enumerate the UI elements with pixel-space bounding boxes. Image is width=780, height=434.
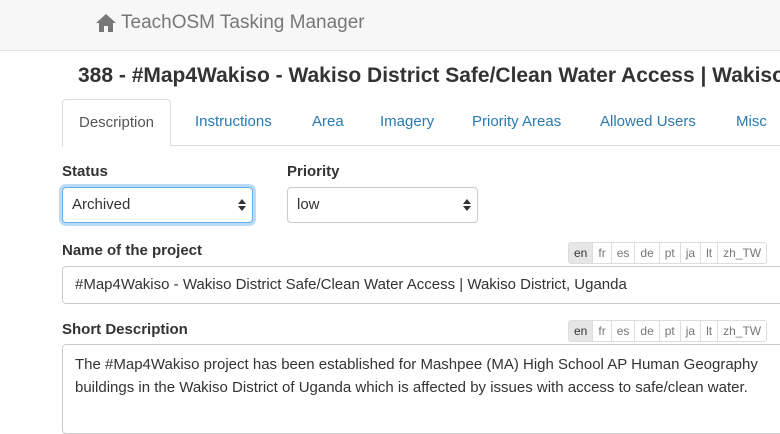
lang-de[interactable]: de [635,243,660,263]
navbar: TeachOSM Tasking Manager [0,0,780,51]
brand-title: TeachOSM Tasking Manager [121,12,365,33]
lang-fr[interactable]: fr [593,321,612,341]
tab-imagery[interactable]: Imagery [380,99,434,144]
lang-zh-tw[interactable]: zh_TW [718,321,767,341]
lang-es[interactable]: es [611,243,636,263]
lang-en[interactable]: en [569,243,594,263]
tab-area[interactable]: Area [312,99,344,144]
name-language-selector: en fr es de pt ja lt zh_TW [568,242,768,264]
status-label: Status [62,163,108,180]
lang-en[interactable]: en [569,321,594,341]
project-title: 388 - #Map4Wakiso - Wakiso District Safe… [78,64,780,87]
home-icon [95,13,117,33]
tab-description[interactable]: Description [62,99,172,147]
short-description-label: Short Description [62,321,188,338]
select-caret-icon [238,199,246,211]
description-line: buildings in the Wakiso District of Ugan… [75,379,748,396]
priority-select[interactable]: low [287,187,478,223]
description-line: The #Map4Wakiso project has been establi… [75,356,758,373]
lang-pt[interactable]: pt [659,243,681,263]
description-language-selector: en fr es de pt ja lt zh_TW [568,320,768,342]
lang-fr[interactable]: fr [593,243,612,263]
tab-priority-areas[interactable]: Priority Areas [472,99,561,144]
project-name-value: #Map4Wakiso - Wakiso District Safe/Clean… [75,276,627,293]
priority-label: Priority [287,163,340,180]
status-value: Archived [72,196,131,213]
tab-allowed-users[interactable]: Allowed Users [600,99,696,144]
lang-lt[interactable]: lt [701,321,719,341]
lang-zh-tw[interactable]: zh_TW [718,243,767,263]
lang-lt[interactable]: lt [701,243,719,263]
lang-ja[interactable]: ja [680,321,702,341]
brand-link[interactable]: TeachOSM Tasking Manager [95,11,365,35]
tab-bar: Description Instructions Area Imagery Pr… [62,99,780,147]
lang-ja[interactable]: ja [680,243,702,263]
priority-value: low [297,196,320,213]
select-caret-icon [463,199,471,211]
name-label: Name of the project [62,242,203,259]
status-select[interactable]: Archived [62,187,253,223]
short-description-textarea[interactable]: The #Map4Wakiso project has been establi… [62,344,780,434]
lang-es[interactable]: es [611,321,636,341]
tab-misc[interactable]: Misc [736,99,767,144]
lang-pt[interactable]: pt [659,321,681,341]
project-name-input[interactable]: #Map4Wakiso - Wakiso District Safe/Clean… [62,266,780,304]
lang-de[interactable]: de [635,321,660,341]
tab-instructions[interactable]: Instructions [195,99,272,144]
